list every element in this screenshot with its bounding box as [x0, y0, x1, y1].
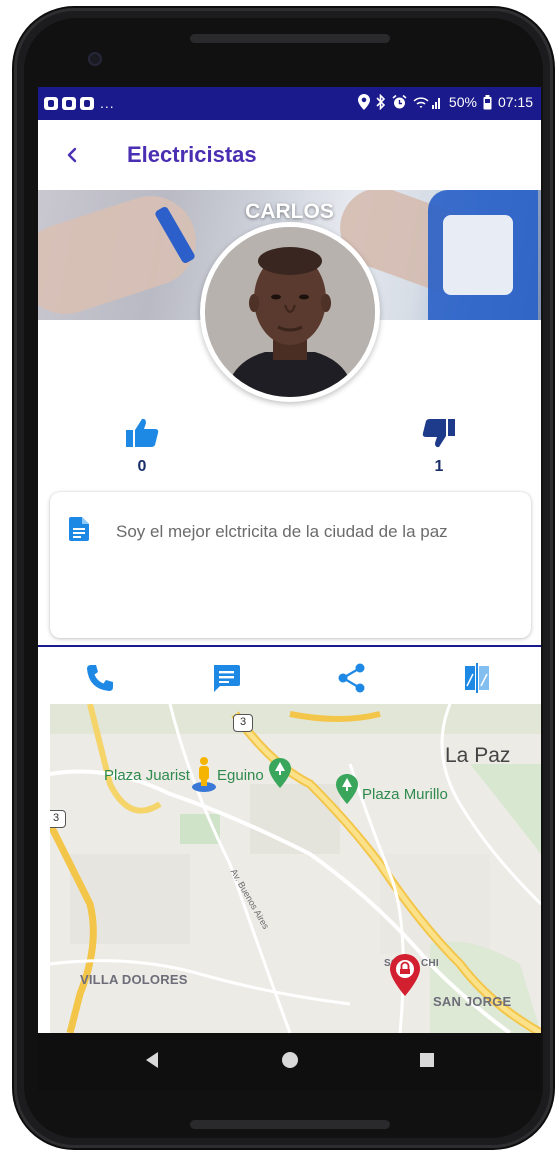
person-portrait-icon — [205, 227, 375, 397]
street-view-person-icon — [192, 757, 216, 792]
system-nav-bar — [38, 1033, 541, 1091]
map-city-label: La Paz — [445, 744, 511, 767]
battery-icon — [483, 94, 492, 109]
map-place-label: Plaza Juarist — [104, 767, 190, 784]
notification-icon — [44, 96, 58, 110]
action-bar — [38, 648, 541, 704]
bluetooth-icon — [376, 94, 386, 110]
chat-icon — [214, 665, 240, 692]
thumbs-up-icon — [126, 418, 159, 447]
section-divider — [38, 645, 541, 647]
notification-icon — [62, 96, 76, 110]
system-icons: 50% 07:15 — [357, 94, 533, 110]
clock: 07:15 — [497, 94, 533, 110]
notification-icon — [80, 96, 94, 110]
map-place-label: Plaza Murillo — [362, 786, 448, 803]
front-camera — [88, 52, 102, 66]
more-notifications: ... — [100, 95, 115, 111]
speaker-grille — [190, 34, 390, 43]
nav-back-icon[interactable] — [144, 1051, 160, 1069]
profile-description: Soy el mejor elctricita de la ciudad de … — [116, 522, 448, 541]
route-shield: 3 — [233, 714, 253, 732]
dislike-button[interactable]: 1 — [419, 417, 459, 476]
nav-home-icon[interactable] — [281, 1051, 299, 1069]
app-bar: Electricistas — [38, 120, 541, 190]
banner-photo-shape — [443, 215, 513, 295]
page-title: Electricistas — [127, 142, 257, 167]
profile-name: CARLOS — [245, 200, 334, 223]
share-button[interactable] — [336, 662, 368, 694]
location-icon — [357, 94, 370, 110]
route-shield: 3 — [50, 810, 66, 828]
speaker-grille-bottom — [190, 1120, 390, 1129]
map-district-label: SAN JORGE — [433, 994, 512, 1009]
back-button[interactable] — [60, 140, 88, 170]
document-icon — [69, 517, 89, 541]
phone-icon — [87, 665, 113, 691]
notification-icons: ... — [44, 95, 115, 111]
avatar-photo — [205, 227, 375, 397]
profile-avatar[interactable] — [200, 222, 380, 402]
map-district-label: CHI — [421, 958, 439, 969]
chevron-left-icon — [67, 147, 77, 163]
share-icon — [338, 663, 365, 693]
map-district-label: VILLA DOLORES — [80, 972, 188, 987]
like-count: 0 — [137, 458, 147, 475]
dislike-count: 1 — [434, 458, 444, 475]
compare-icon — [465, 663, 489, 693]
nav-recents-icon[interactable] — [419, 1052, 435, 1068]
compare-button[interactable] — [461, 662, 493, 694]
description-card: Soy el mejor elctricita de la ciudad de … — [50, 492, 531, 638]
thumbs-down-icon — [422, 419, 455, 448]
wifi-signal-icon — [413, 96, 440, 109]
like-button[interactable]: 0 — [122, 417, 162, 476]
battery-percent: 50% — [448, 94, 477, 110]
location-marker-icon — [390, 954, 420, 996]
message-button[interactable] — [210, 662, 242, 694]
location-map[interactable]: 3 3 La Paz Plaza Juarist Eguino Plaza Mu… — [50, 704, 541, 1033]
status-bar: ... 50% 07:15 — [38, 87, 541, 120]
park-pin-icon — [269, 758, 291, 788]
phone-screen: ... 50% 07:15 Electricistas CARLOS 0 1 S… — [38, 87, 541, 1033]
call-button[interactable] — [84, 662, 116, 694]
map-place-label: Eguino — [217, 767, 264, 784]
alarm-icon — [392, 94, 407, 108]
park-pin-icon — [336, 774, 358, 804]
